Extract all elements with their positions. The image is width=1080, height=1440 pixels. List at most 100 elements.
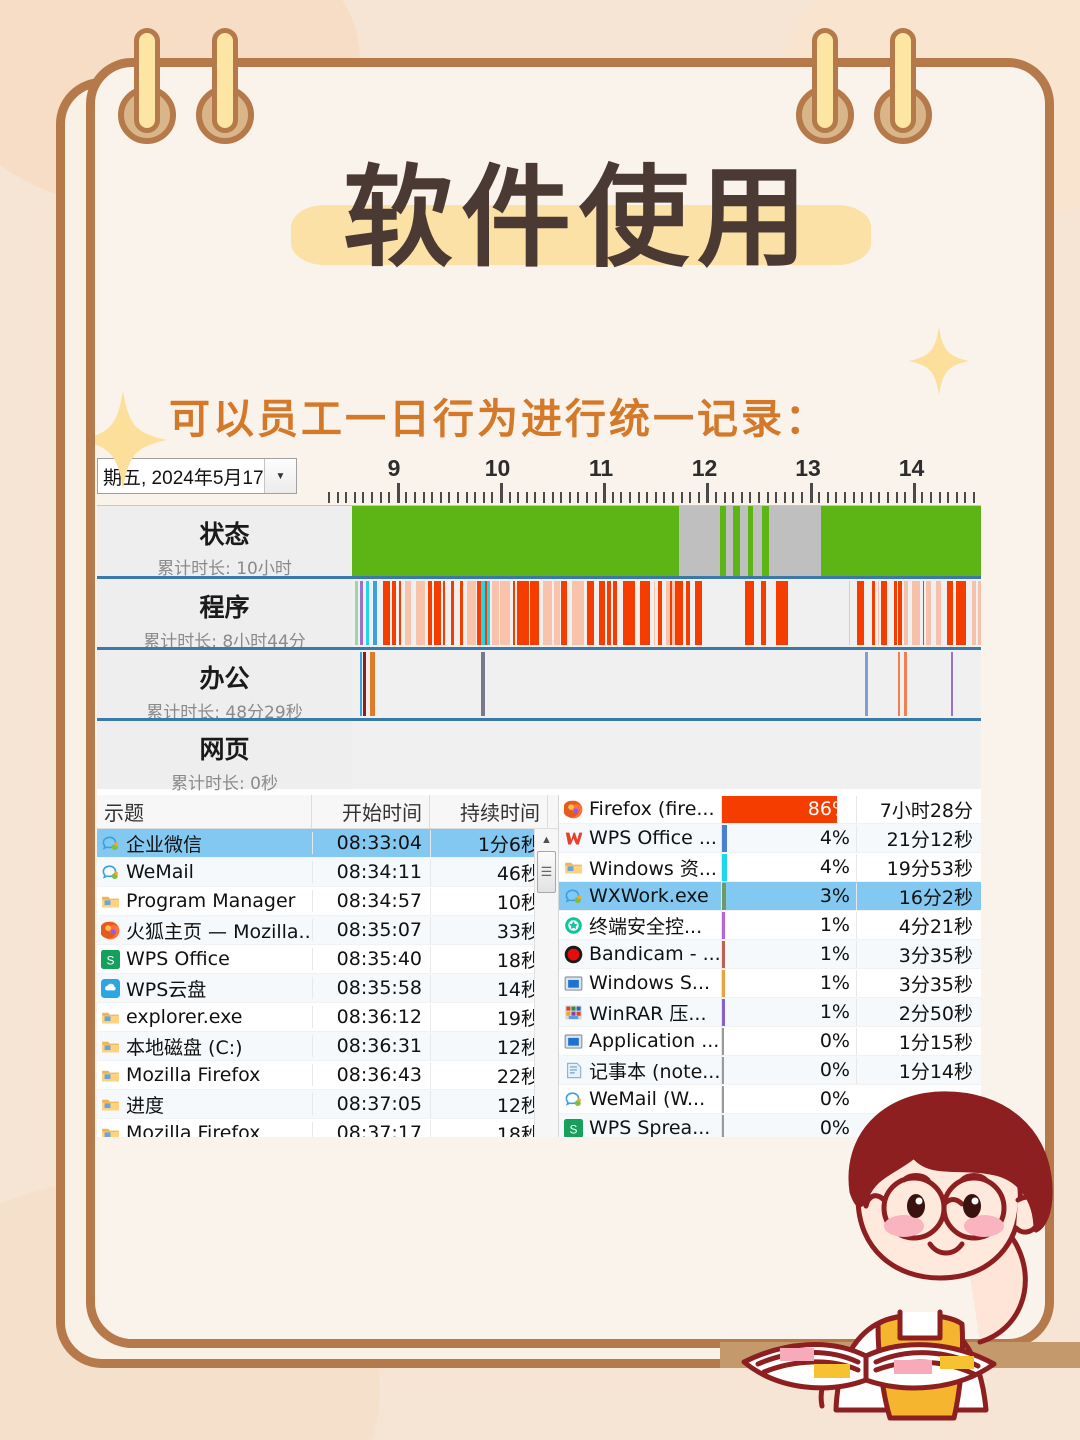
table-row[interactable]: Bandicam - ... 1% 3分35秒: [559, 939, 981, 969]
cell-duration: 22秒: [430, 1061, 548, 1089]
table-row[interactable]: WPS云盘 08:35:58 14秒: [97, 974, 558, 1003]
timeline-segment: [405, 581, 412, 645]
timeline-segment: [607, 581, 612, 645]
usage-percent: 1%: [819, 913, 850, 936]
timeline-segment: [950, 652, 954, 716]
cartoon-girl-illustration: [718, 1080, 1078, 1440]
timeline-segment: [373, 581, 377, 645]
cell-start-time: 08:35:40: [312, 948, 430, 970]
app-name-label: WeMail (W...: [589, 1088, 706, 1110]
timeline-segment: [657, 581, 662, 645]
usage-bar: [722, 969, 725, 997]
usage-percent: 3%: [819, 884, 850, 907]
chevron-down-icon[interactable]: ▼: [264, 459, 296, 493]
binder-ring: [874, 28, 932, 148]
usage-percent: 0%: [819, 1029, 850, 1052]
table-row[interactable]: WPS Office ... 4% 21分12秒: [559, 823, 981, 853]
timeline-row[interactable]: 办公 累计时长: 48分29秒: [97, 647, 981, 723]
table-row[interactable]: 进度 08:37:05 12秒: [97, 1090, 558, 1119]
app-name-label: Firefox (fire...: [589, 798, 715, 820]
table-row[interactable]: 本地磁盘 (C:) 08:36:31 12秒: [97, 1032, 558, 1061]
table-row[interactable]: Windows 资... 4% 19分53秒: [559, 852, 981, 882]
wps-icon: S: [101, 949, 120, 969]
cell-usage-time: 3分35秒: [856, 940, 981, 968]
timeline-segment: [761, 581, 767, 645]
session-title: 本地磁盘 (C:): [126, 1036, 243, 1059]
usage-bar: [722, 853, 728, 881]
cell-start-time: 08:36:43: [312, 1064, 430, 1086]
timeline-track[interactable]: [352, 721, 981, 789]
cell-start-time: 08:37:17: [312, 1122, 430, 1137]
usage-percent: 1%: [819, 942, 850, 965]
col-header-duration[interactable]: 持续时间: [430, 795, 548, 828]
timeline-segment: [480, 652, 485, 716]
table-row[interactable]: explorer.exe 08:36:12 19秒: [97, 1003, 558, 1032]
session-table-scrollbar[interactable]: ▲ ☰: [534, 829, 558, 1137]
cell-usage-time: 19分53秒: [856, 853, 981, 881]
usage-bar: [722, 940, 725, 968]
timeline-row[interactable]: 状态 累计时长: 10小时: [97, 505, 981, 579]
cell-usage-bar: 1%: [721, 939, 856, 969]
cell-app-name: Bandicam - ...: [559, 943, 721, 965]
table-row[interactable]: WeMail 08:34:11 46秒: [97, 858, 558, 887]
session-table[interactable]: 示题 开始时间 持续时间 企业微信 08:33:04 1分6秒 WeMail 08:34…: [97, 795, 559, 1137]
wps-s-icon: S: [564, 1118, 583, 1137]
timeline-row[interactable]: 网页 累计时长: 0秒: [97, 718, 981, 794]
table-row[interactable]: Application ... 0% 1分15秒: [559, 1026, 981, 1056]
wxwork-icon: [101, 834, 120, 853]
app-name-label: 终端安全控...: [589, 915, 703, 938]
col-header-start-time[interactable]: 开始时间: [312, 795, 430, 828]
table-row[interactable]: Program Manager 08:34:57 10秒: [97, 887, 558, 916]
usage-percent: 1%: [819, 971, 850, 994]
timeline-segment: [486, 581, 491, 645]
table-row[interactable]: WXWork.exe 3% 16分2秒: [559, 881, 981, 911]
activity-monitor-app[interactable]: 期五, 2024年5月17日 ▼ 91011121314 状态累计时长: 10小…: [97, 455, 981, 1137]
timeline-segment: [554, 581, 561, 645]
timeline-row-name: 网页: [199, 735, 250, 764]
timeline-segment: [586, 581, 594, 645]
table-row[interactable]: Mozilla Firefox 08:37:17 18秒: [97, 1119, 558, 1137]
session-title: Program Manager: [126, 890, 296, 912]
timeline-segment: [561, 581, 568, 645]
usage-percent: 0%: [819, 1058, 850, 1081]
timeline-segment: [513, 581, 516, 645]
table-row[interactable]: 终端安全控... 1% 4分21秒: [559, 910, 981, 940]
table-row[interactable]: S WPS Office 08:35:40 18秒: [97, 945, 558, 974]
col-header-title[interactable]: 示题: [97, 795, 312, 828]
table-row[interactable]: Firefox (fire... 86% 7小时28分: [559, 794, 981, 824]
cell-app-name: Windows S...: [559, 972, 721, 994]
table-row[interactable]: 火狐主页 — Mozilla... 08:35:07 33秒: [97, 916, 558, 945]
timeline-track[interactable]: [352, 579, 981, 647]
timeline-row[interactable]: 程序 累计时长: 8小时44分: [97, 576, 981, 652]
wemail-icon: [101, 863, 120, 882]
timeline-segment: [480, 581, 486, 645]
cell-duration: 12秒: [430, 1090, 548, 1118]
table-row[interactable]: 企业微信 08:33:04 1分6秒: [97, 829, 558, 858]
cell-duration: 19秒: [430, 1003, 548, 1031]
timeline-segment: [740, 506, 748, 576]
scrollbar-thumb[interactable]: ☰: [537, 851, 556, 893]
folder-icon: [101, 1066, 120, 1085]
timeline-segment: [686, 581, 690, 645]
scroll-up-arrow-icon[interactable]: ▲: [535, 829, 558, 851]
timeline-segment: [871, 581, 876, 645]
binder-ring: [196, 28, 254, 148]
cell-title: 本地磁盘 (C:): [97, 1033, 312, 1060]
usage-bar: [722, 911, 725, 939]
binder-ring: [796, 28, 854, 148]
table-row[interactable]: WinRAR 压... 1% 2分50秒: [559, 997, 981, 1027]
app-name-label: WPS Sprea...: [589, 1117, 711, 1137]
timeline-segment: [399, 581, 402, 645]
timeline-segment: [500, 581, 511, 645]
cell-usage-bar: 4%: [721, 852, 856, 882]
timeline-segment: [571, 581, 584, 645]
table-row[interactable]: Windows S... 1% 3分35秒: [559, 968, 981, 998]
timeline-track[interactable]: [352, 506, 981, 576]
cell-usage-time: 7小时28分: [856, 795, 981, 823]
timeline-segment: [450, 581, 454, 645]
session-table-body[interactable]: 企业微信 08:33:04 1分6秒 WeMail 08:34:11 46秒 Program…: [97, 829, 558, 1137]
timeline-segment: [893, 581, 897, 645]
cell-usage-time: 4分21秒: [856, 911, 981, 939]
timeline-track[interactable]: [352, 650, 981, 718]
table-row[interactable]: Mozilla Firefox 08:36:43 22秒: [97, 1061, 558, 1090]
